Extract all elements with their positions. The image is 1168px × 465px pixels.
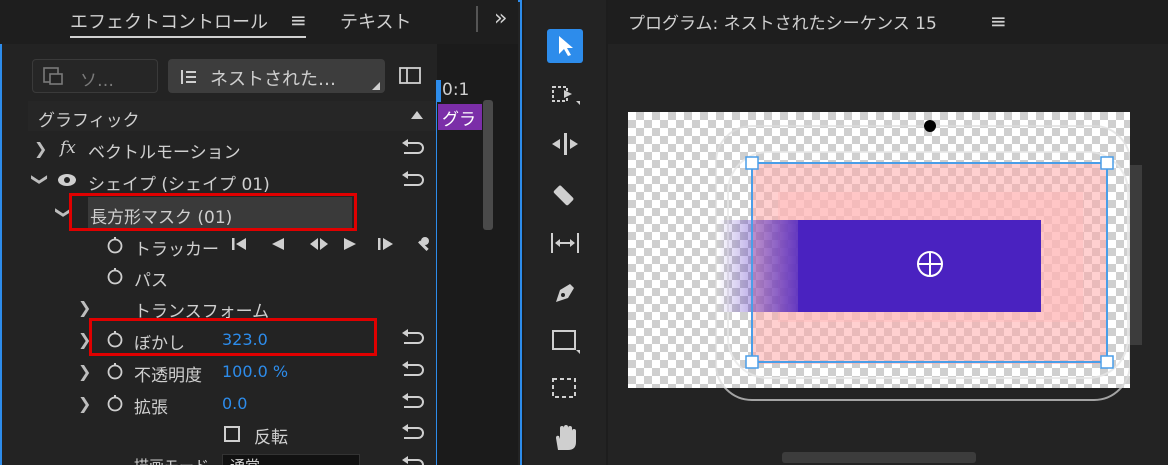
track-forward-one-icon <box>378 238 393 250</box>
clip-icon <box>43 67 63 85</box>
stopwatch-icon[interactable] <box>106 236 124 254</box>
opacity-label: 不透明度 <box>134 366 202 386</box>
ripple-edit-tool-icon[interactable] <box>547 127 583 161</box>
reset-icon[interactable] <box>400 393 426 413</box>
mask-handle-tl <box>745 156 759 170</box>
tracker-label: トラッカー <box>134 240 219 260</box>
highlight-box-blur <box>89 318 377 356</box>
hand-tool-icon[interactable] <box>547 421 583 455</box>
collapse-up-icon[interactable] <box>410 110 424 120</box>
nested-sequence-icon <box>181 70 196 84</box>
reset-icon[interactable] <box>400 456 426 465</box>
active-tab-indicator <box>70 36 306 38</box>
program-monitor-title[interactable]: プログラム: ネストされたシーケンス 15 <box>628 9 937 34</box>
anchor-point-icon <box>917 251 943 277</box>
rectangle-tool-icon[interactable] <box>547 324 583 358</box>
invert-checkbox[interactable] <box>224 426 240 442</box>
highlight-box-mask <box>69 193 357 231</box>
toggle-timeline-icon[interactable] <box>398 66 422 86</box>
slip-tool-icon[interactable] <box>547 226 583 260</box>
blend-mode-value: 通常 <box>230 455 260 465</box>
expand-chevron-icon[interactable]: ❯ <box>78 362 91 381</box>
section-graphic-label: グラフィック <box>38 111 140 131</box>
shape-fade-edge <box>718 220 798 312</box>
mask-handle-tr <box>1100 156 1114 170</box>
tab-divider <box>476 6 478 32</box>
wrench-icon <box>418 237 429 251</box>
blend-mode-label: 描画モード <box>134 455 209 465</box>
path-label: パス <box>134 271 168 291</box>
purple-rectangle-shape <box>798 220 1041 312</box>
reset-icon[interactable] <box>400 424 426 444</box>
track-back-icon <box>272 238 284 250</box>
program-menu-icon[interactable]: ≡ <box>990 9 1007 33</box>
opacity-value[interactable]: 100.0 % <box>222 362 288 381</box>
tracker-controls <box>232 237 429 251</box>
reset-icon[interactable] <box>400 171 426 191</box>
razor-tool-icon[interactable] <box>547 177 583 211</box>
mask-handle-br <box>1100 355 1114 369</box>
tab-text[interactable]: テキスト <box>340 8 411 34</box>
track-forward-icon <box>344 238 356 250</box>
expand-chevron-icon[interactable]: ❯ <box>34 139 47 158</box>
clip-bar-label: グラ <box>442 110 476 130</box>
track-back-one-icon <box>232 238 246 250</box>
horizontal-scrollbar[interactable] <box>782 452 976 463</box>
reset-icon[interactable] <box>400 139 426 159</box>
stopwatch-icon[interactable] <box>106 362 124 380</box>
reset-icon[interactable] <box>400 361 426 381</box>
source-label: ソ… <box>80 71 114 91</box>
selection-tool-icon[interactable] <box>547 29 583 63</box>
fx-icon[interactable]: fx <box>60 138 76 158</box>
dropdown-corner-icon <box>372 82 380 90</box>
rotation-handle <box>924 120 936 132</box>
tab-effect-controls[interactable]: エフェクトコントロール <box>70 8 268 34</box>
expand-value[interactable]: 0.0 <box>222 394 247 413</box>
track-select-tool-icon[interactable] <box>547 77 583 111</box>
eye-icon[interactable] <box>56 172 78 188</box>
pen-tool-icon[interactable] <box>547 276 583 310</box>
panel-separator <box>436 80 437 465</box>
stopwatch-icon[interactable] <box>106 394 124 412</box>
sequence-label: ネストされた… <box>210 69 336 90</box>
reset-icon[interactable] <box>400 329 426 349</box>
expand-chevron-icon[interactable]: ❯ <box>78 394 91 413</box>
shape-label: シェイプ (シェイプ 01) <box>88 175 270 195</box>
expand-chevron-icon[interactable]: ❯ <box>78 298 91 317</box>
expanded-chevron-icon[interactable]: ❯ <box>31 173 50 186</box>
playhead[interactable] <box>437 80 441 102</box>
scrollbar-thumb[interactable] <box>483 100 493 230</box>
expand-label: 拡張 <box>134 398 168 418</box>
right-scroll-indicator[interactable] <box>1130 165 1142 345</box>
marquee-tool-icon[interactable] <box>547 372 583 406</box>
mask-handle-bl <box>745 355 759 369</box>
timecode: 0:1 <box>442 80 470 100</box>
canvas-overlay <box>715 120 1130 401</box>
vector-motion-label: ベクトルモーション <box>88 143 241 163</box>
invert-label: 反転 <box>254 428 288 448</box>
overflow-tabs-icon[interactable]: » <box>494 6 507 31</box>
track-both-icon <box>310 238 328 250</box>
panel-menu-icon[interactable]: ≡ <box>290 8 307 32</box>
stopwatch-icon[interactable] <box>106 267 124 285</box>
